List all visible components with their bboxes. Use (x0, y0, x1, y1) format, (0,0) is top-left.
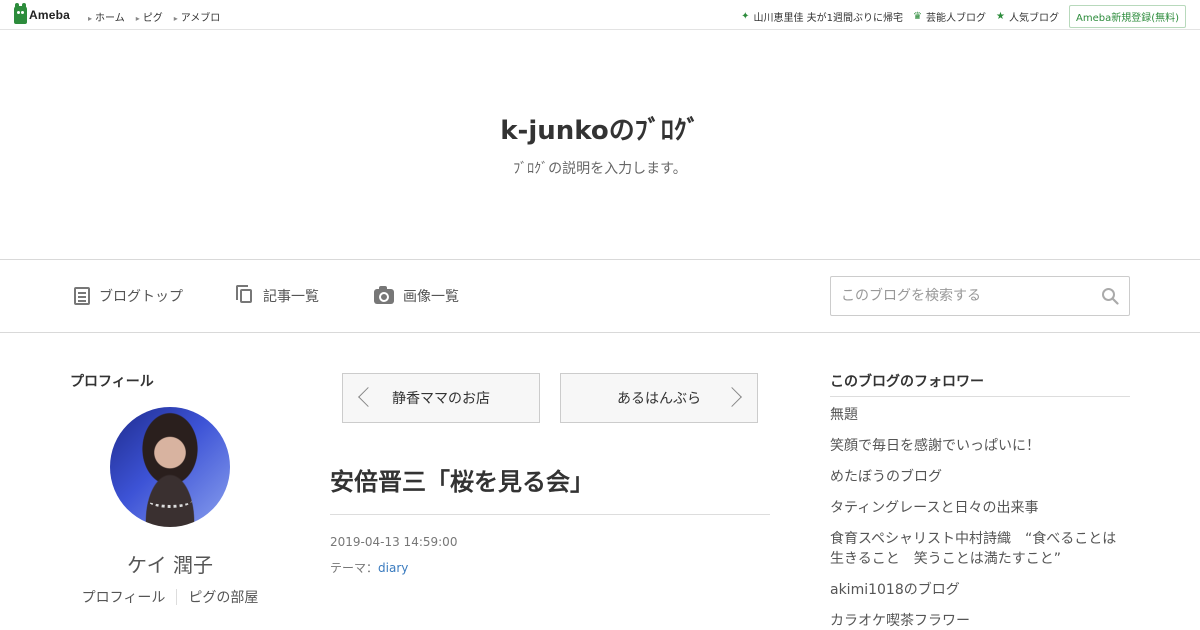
blog-top-link[interactable]: ブログトップ (74, 286, 183, 306)
followers-heading: このブログのフォロワー (830, 374, 984, 390)
entries-link[interactable]: 記事一覧 (236, 285, 319, 306)
news-link[interactable]: ✦ 山川恵里佳 夫が1週間ぶりに帰宅 (741, 9, 903, 24)
next-entry-button[interactable]: あるはんぶら (560, 373, 758, 423)
profile-link[interactable]: プロフィール (71, 587, 177, 607)
profile-name[interactable]: ケイ 潤子 (70, 549, 270, 578)
follower-link[interactable]: 食育スペシャリスト中村詩織 “食べることは生きること 笑うことは満たすこと” (830, 529, 1130, 569)
blog-search (830, 276, 1130, 316)
crown-icon: ♛ (913, 11, 923, 22)
avatar[interactable] (110, 407, 230, 527)
blog-title[interactable]: k-junkoのﾌﾞﾛｸﾞ (0, 110, 1200, 147)
follower-link[interactable]: 無題 (830, 405, 1130, 425)
ameba-logo-icon (14, 3, 27, 24)
followers-list: 無題 笑顔で毎日を感謝でいっぱいに！ めたぼうのブログ タティングレースと日々の… (830, 405, 1130, 630)
star-icon: ★ (996, 11, 1005, 22)
signup-button[interactable]: Ameba新規登録(無料) (1068, 5, 1186, 28)
follower-link[interactable]: タティングレースと日々の出来事 (830, 498, 1130, 518)
nav-ameblo-link[interactable]: アメブロ (174, 9, 221, 24)
blog-header: k-junkoのﾌﾞﾛｸﾞ ﾌﾞﾛｸﾞの説明を入力します。 (0, 30, 1200, 259)
blog-top-label: ブログトップ (99, 289, 183, 305)
ameba-logo[interactable]: Ameba (14, 3, 71, 24)
follower-link[interactable]: 笑顔で毎日を感謝でいっぱいに！ (830, 436, 1130, 456)
chevron-left-icon (358, 387, 378, 407)
theme-prefix: テーマ： (330, 561, 379, 575)
popular-blog-label: 人気ブログ (1008, 13, 1059, 24)
document-icon (74, 287, 90, 305)
chevron-right-icon (722, 387, 742, 407)
profile-links: プロフィール ピグの部屋 (70, 587, 270, 607)
news-link-label: 山川恵里佳 夫が1週間ぶりに帰宅 (753, 13, 904, 24)
search-icon[interactable] (1101, 287, 1119, 305)
article-date: 2019-04-13 14:59:00 (330, 535, 458, 549)
celebrity-blog-label: 芸能人ブログ (926, 13, 987, 24)
divider (830, 396, 1130, 397)
pigg-room-link[interactable]: ピグの部屋 (177, 587, 269, 607)
article-theme: テーマ：diary (330, 559, 408, 576)
theme-link[interactable]: diary (378, 561, 408, 575)
global-header: Ameba ホーム ピグ アメブロ ✦ 山川恵里佳 夫が1週間ぶりに帰宅 ♛ 芸… (0, 0, 1200, 30)
celebrity-blog-link[interactable]: ♛ 芸能人ブログ (913, 9, 986, 24)
follower-link[interactable]: akimi1018のブログ (830, 580, 1130, 600)
profile-heading: プロフィール (70, 374, 154, 390)
sparkle-icon: ✦ (741, 11, 750, 22)
images-link[interactable]: 画像一覧 (374, 285, 459, 306)
prev-entry-label: 静香ママのお店 (392, 391, 490, 407)
entries-label: 記事一覧 (263, 289, 319, 305)
global-right-links: ✦ 山川恵里佳 夫が1週間ぶりに帰宅 ♛ 芸能人ブログ ★ 人気ブログ Ameb… (741, 5, 1186, 28)
follower-link[interactable]: カラオケ喫茶フラワー (830, 611, 1130, 630)
blog-description: ﾌﾞﾛｸﾞの説明を入力します。 (513, 161, 687, 177)
divider (330, 514, 770, 515)
logo-text: Ameba (29, 8, 71, 22)
blog-nav: ブログトップ 記事一覧 画像一覧 (0, 259, 1200, 333)
global-nav: ホーム ピグ アメブロ (88, 9, 220, 24)
prev-entry-button[interactable]: 静香ママのお店 (342, 373, 540, 423)
follower-link[interactable]: めたぼうのブログ (830, 467, 1130, 487)
images-label: 画像一覧 (403, 289, 459, 305)
search-input[interactable] (841, 277, 1091, 315)
camera-icon (374, 285, 394, 304)
article-title[interactable]: 安倍晋三「桜を見る会」 (330, 462, 594, 497)
next-entry-label: あるはんぶら (617, 391, 701, 407)
nav-home-link[interactable]: ホーム (88, 9, 125, 24)
popular-blog-link[interactable]: ★ 人気ブログ (996, 9, 1059, 24)
nav-pigg-link[interactable]: ピグ (136, 9, 163, 24)
copy-icon (236, 285, 254, 305)
